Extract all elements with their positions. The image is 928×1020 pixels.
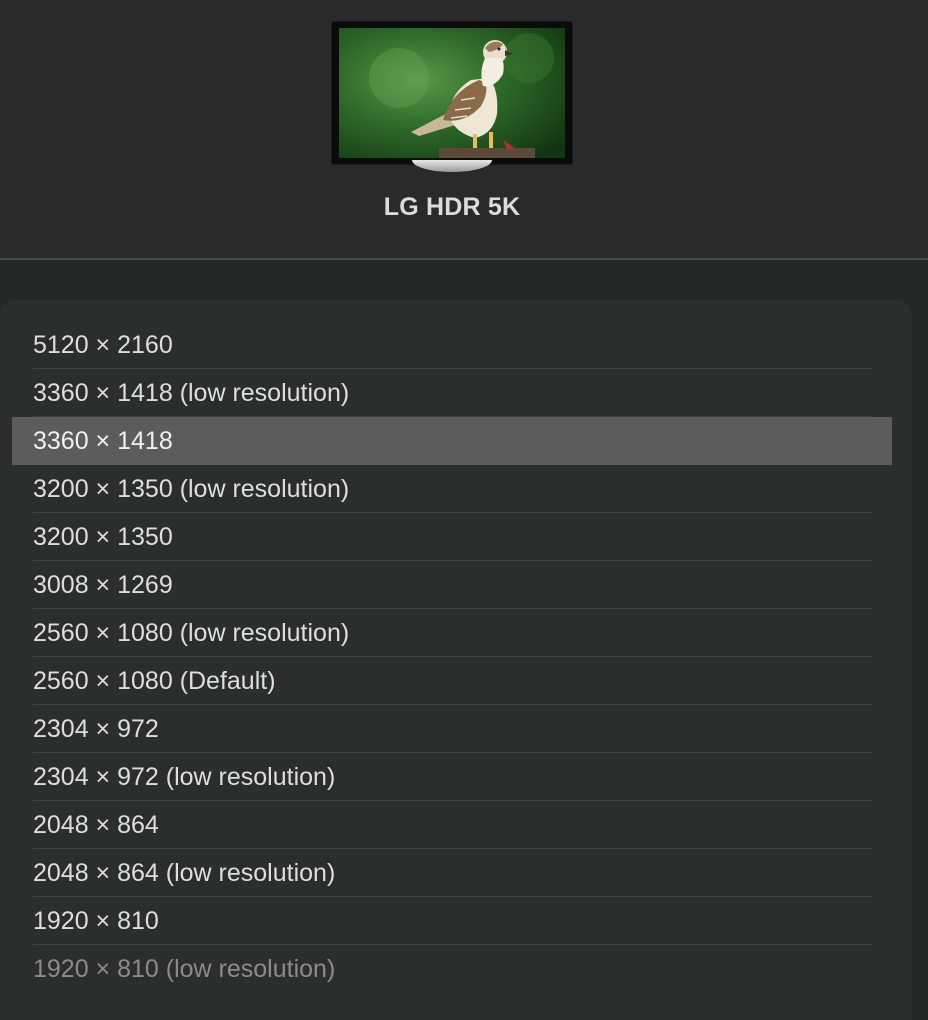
resolution-option[interactable]: 2560 × 1080 (low resolution) <box>12 609 892 657</box>
resolution-option[interactable]: 2048 × 864 <box>12 801 892 849</box>
monitor-icon[interactable] <box>332 22 572 164</box>
resolution-option[interactable]: 1920 × 810 <box>12 897 892 945</box>
resolution-option[interactable]: 2048 × 864 (low resolution) <box>12 849 892 897</box>
resolution-option[interactable]: 3200 × 1350 (low resolution) <box>12 465 892 513</box>
monitor-stand <box>412 160 492 172</box>
resolution-option[interactable]: 3008 × 1269 <box>12 561 892 609</box>
resolution-option[interactable]: 2560 × 1080 (Default) <box>12 657 892 705</box>
resolution-option[interactable]: 1920 × 810 (low resolution) <box>12 945 892 993</box>
resolution-option[interactable]: 3360 × 1418 (low resolution) <box>12 369 892 417</box>
resolution-option-selected[interactable]: 3360 × 1418 <box>12 417 892 465</box>
wallpaper-thumbnail <box>339 28 565 158</box>
resolution-list: 5120 × 2160 3360 × 1418 (low resolution) 3… <box>12 321 892 993</box>
display-header: LG HDR 5K <box>0 0 928 260</box>
hawk-wallpaper-image <box>339 28 565 158</box>
resolution-option[interactable]: 2304 × 972 (low resolution) <box>12 753 892 801</box>
resolution-option[interactable]: 2304 × 972 <box>12 705 892 753</box>
resolution-option[interactable]: 5120 × 2160 <box>12 321 892 369</box>
resolution-option[interactable]: 3200 × 1350 <box>12 513 892 561</box>
display-name: LG HDR 5K <box>383 193 521 221</box>
